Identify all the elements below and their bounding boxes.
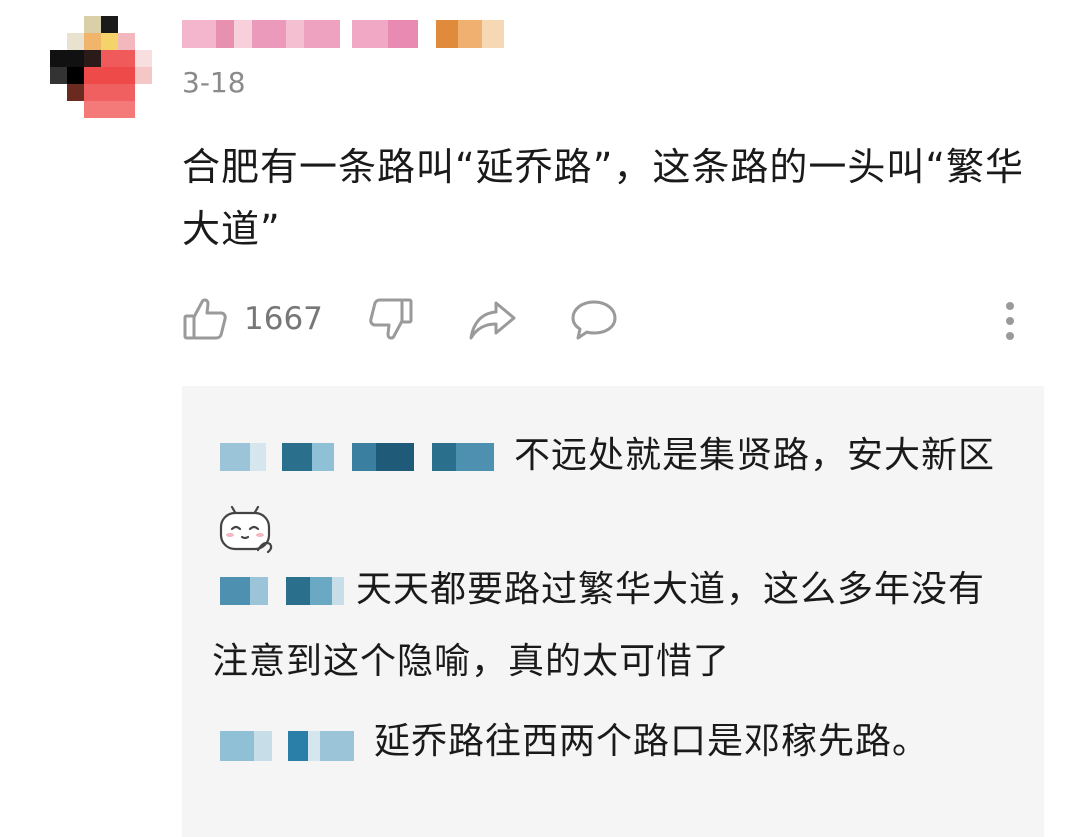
shy-face-emoji-icon bbox=[218, 504, 274, 554]
replies-panel: 不远处就是集贤路，安大新区 天天都要路过繁华大道，这么多年没有注意到这个隐喻，真… bbox=[182, 386, 1044, 837]
like-button[interactable]: 1667 bbox=[182, 296, 323, 342]
reply-text: 不远处就是集贤路，安大新区 bbox=[514, 435, 996, 476]
reply-item[interactable]: 不远处就是集贤路，安大新区 bbox=[212, 420, 1012, 564]
reply-username[interactable] bbox=[212, 723, 362, 763]
reply-username[interactable] bbox=[212, 437, 502, 477]
comment-text: 合肥有一条路叫“延乔路”，这条路的一头叫“繁华大道” bbox=[182, 145, 1025, 251]
avatar[interactable] bbox=[50, 16, 152, 118]
comment-date: 3-18 bbox=[182, 66, 246, 99]
reply-item[interactable]: 天天都要路过繁华大道，这么多年没有注意到这个隐喻，真的太可惜了 bbox=[212, 554, 1012, 698]
more-options-button[interactable] bbox=[1002, 300, 1018, 344]
share-button[interactable] bbox=[468, 298, 518, 342]
like-count: 1667 bbox=[244, 301, 323, 337]
dislike-button[interactable] bbox=[368, 296, 414, 342]
reply-username[interactable] bbox=[212, 571, 344, 611]
thumbs-up-icon bbox=[182, 296, 228, 342]
reply-text: 延乔路往西两个路口是邓稼先路。 bbox=[374, 721, 930, 762]
reply-button[interactable] bbox=[570, 298, 618, 342]
share-arrow-icon bbox=[468, 298, 518, 342]
more-vertical-icon bbox=[1002, 300, 1018, 344]
comment-action-bar: 1667 bbox=[182, 296, 1032, 348]
username[interactable] bbox=[182, 16, 504, 52]
thumbs-down-icon bbox=[368, 296, 414, 342]
reply-item[interactable]: 延乔路往西两个路口是邓稼先路。 bbox=[212, 706, 1012, 778]
speech-bubble-icon bbox=[570, 298, 618, 342]
